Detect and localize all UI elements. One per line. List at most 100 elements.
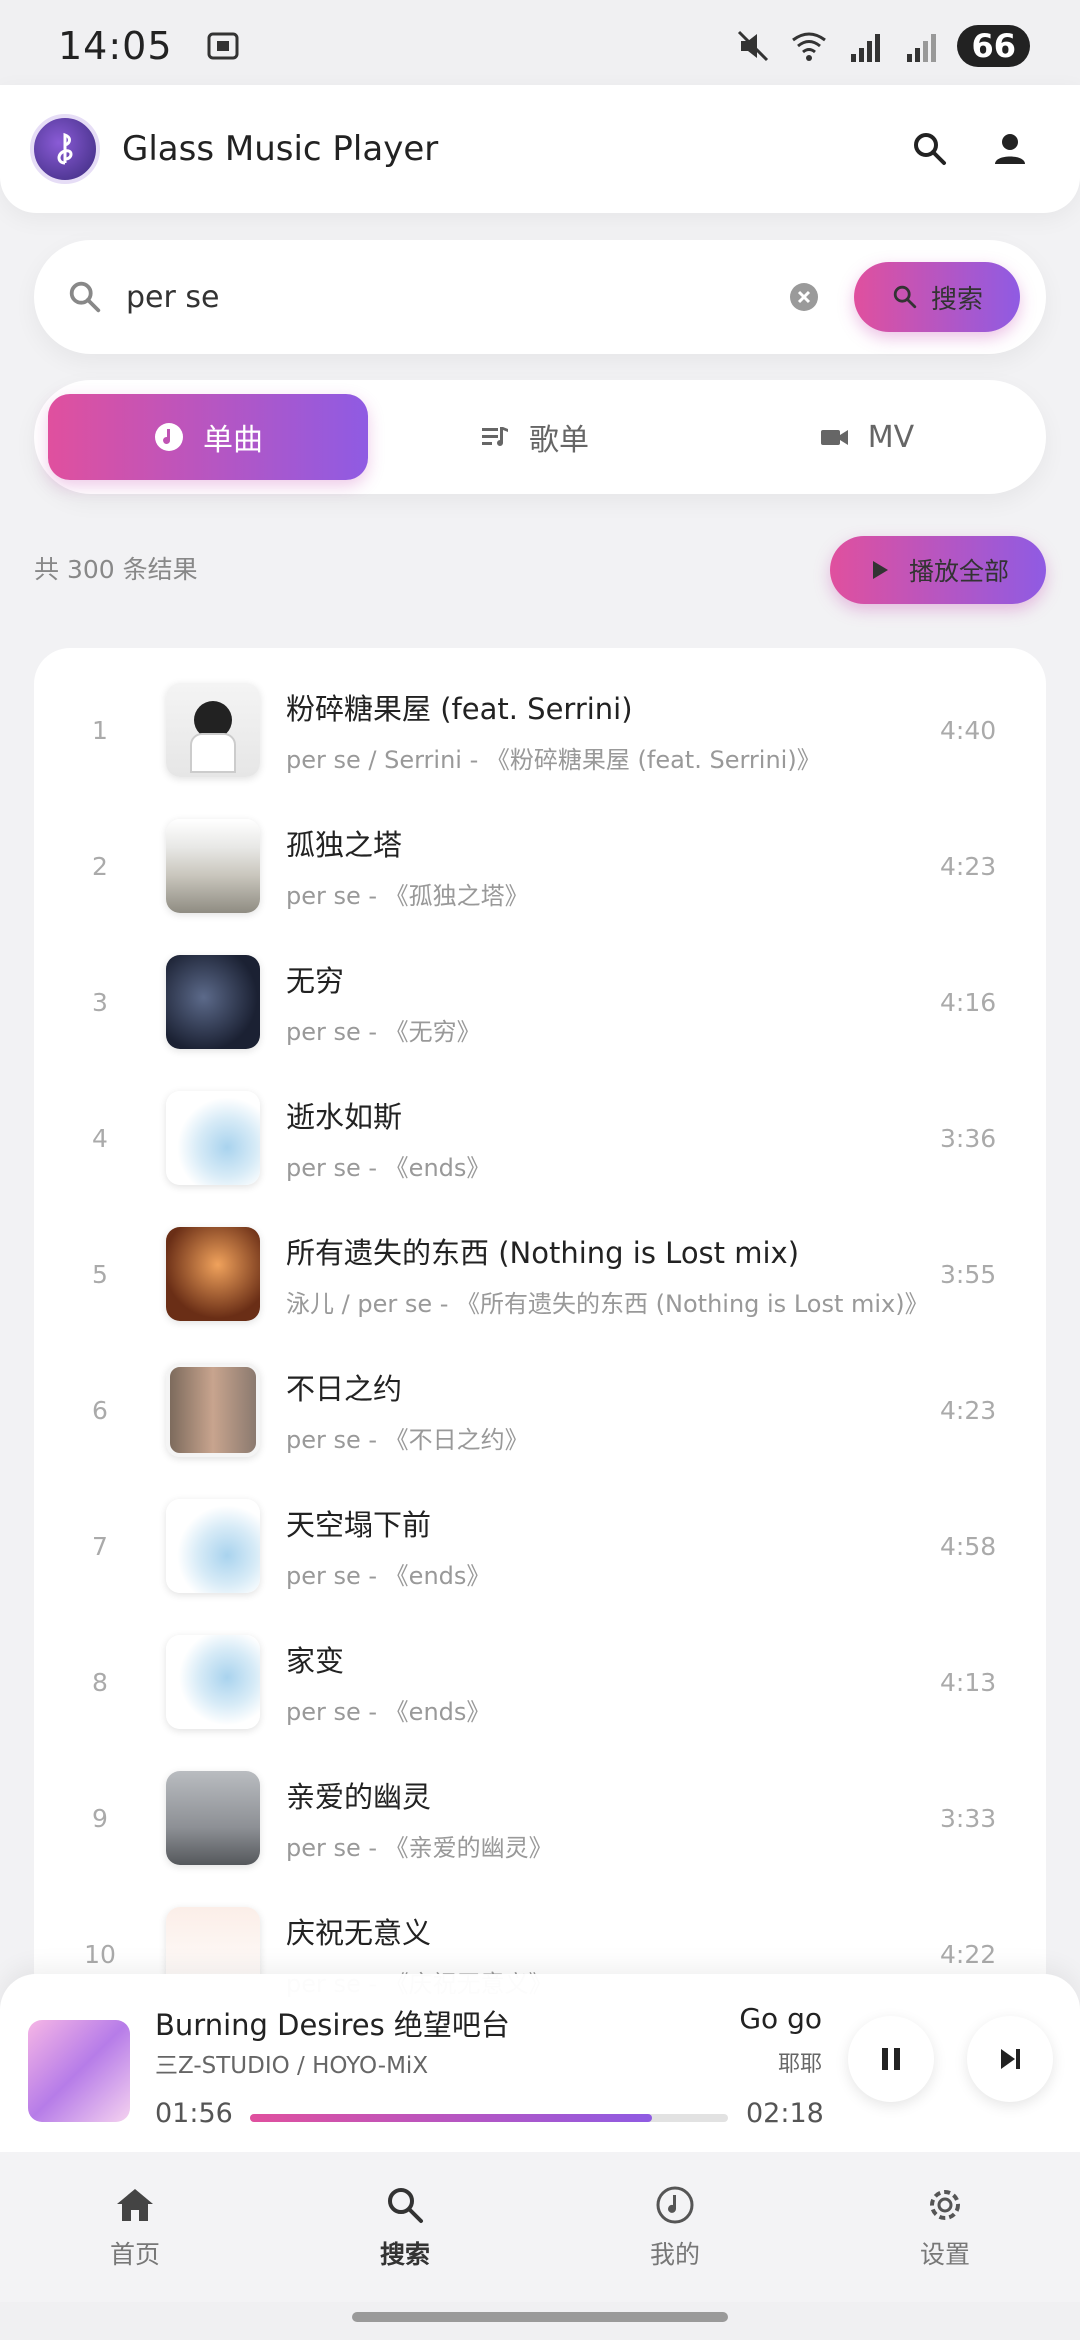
song-duration: 4:23 [940,851,997,881]
song-title: 亲爱的幽灵 [286,1779,432,1814]
now-playing-artist: 三Z-STUDIO / HOYO-MiX [155,2053,429,2079]
song-row[interactable]: 8 家变 per se - 《ends》 4:13 [34,1614,1046,1750]
song-duration: 4:22 [940,1939,997,1969]
song-title: 所有遗失的东西 (Nothing is Lost mix) [286,1235,800,1270]
search-icon [893,285,917,309]
song-artist-album: per se - 《孤独之塔》 [286,881,529,910]
video-camera-icon [820,430,848,445]
clear-icon [790,283,818,311]
music-disc-icon [656,2186,694,2224]
song-duration: 4:23 [940,1395,997,1425]
song-row[interactable]: 9 亲爱的幽灵 per se - 《亲爱的幽灵》 3:33 [34,1750,1046,1886]
current-time: 01:56 [155,2098,233,2129]
song-duration: 4:58 [940,1531,997,1561]
status-bar: 14:05 66 [0,0,1080,92]
account-button[interactable] [970,109,1050,189]
now-playing-title: Burning Desires 绝望吧台 [155,2008,510,2042]
song-artist-album: per se - 《亲爱的幽灵》 [286,1833,553,1862]
playlist-icon [482,427,508,446]
album-cover [166,1771,260,1865]
album-cover [166,683,260,777]
album-cover [166,1499,260,1593]
now-playing-cover[interactable] [28,2020,130,2122]
result-count: 共 300 条结果 [34,555,198,584]
play-all-label: 播放全部 [908,557,1009,586]
song-title: 庆祝无意义 [286,1915,432,1950]
app-bar: Glass Music Player [0,85,1080,213]
progress-slider[interactable] [250,2114,728,2122]
clear-search-button[interactable] [782,275,826,319]
signal-5g-icon-2 [907,34,937,62]
pause-button[interactable] [848,2016,934,2102]
song-index: 6 [92,1395,108,1425]
album-cover [166,819,260,913]
search-submit-label: 搜索 [930,284,983,315]
album-cover [166,1635,260,1729]
song-title: 逝水如斯 [286,1099,403,1134]
home-indicator[interactable] [352,2312,728,2322]
pause-icon [882,2048,900,2070]
song-title: 无穷 [286,963,345,998]
search-input[interactable] [126,279,782,315]
song-row[interactable]: 6 不日之约 per se - 《不日之约》 4:23 [34,1342,1046,1478]
song-row[interactable]: 1 粉碎糖果屋 (feat. Serrini) per se / Serrini… [34,662,1046,798]
song-title: 家变 [286,1643,345,1678]
lyric-line: Go go [739,2002,822,2035]
album-cover [166,1091,260,1185]
tab-playlists-label: 歌单 [529,423,589,458]
gear-icon [930,2190,960,2220]
song-index: 3 [92,987,108,1017]
app-title: Glass Music Player [122,129,439,169]
song-row[interactable]: 3 无穷 per se - 《无穷》 4:16 [34,934,1046,1070]
album-cover [166,1363,260,1457]
nav-settings-label: 设置 [919,2240,970,2269]
next-track-button[interactable] [967,2016,1053,2102]
play-all-button[interactable]: 播放全部 [830,536,1046,604]
now-playing-bar[interactable]: Burning Desires 绝望吧台 三Z-STUDIO / HOYO-Mi… [0,1974,1080,2152]
skip-next-icon [1001,2049,1020,2069]
result-type-tabs: 单曲 歌单 MV [34,380,1046,494]
song-index: 5 [92,1259,108,1289]
song-artist-album: per se / Serrini - 《粉碎糖果屋 (feat. Serrini… [286,745,821,774]
song-duration: 3:55 [940,1259,997,1289]
song-row[interactable]: 7 天空塌下前 per se - 《ends》 4:58 [34,1478,1046,1614]
song-artist-album: per se - 《不日之约》 [286,1425,529,1454]
song-duration: 3:36 [940,1123,997,1153]
song-row[interactable]: 2 孤独之塔 per se - 《孤独之塔》 4:23 [34,798,1046,934]
music-note-icon [155,423,183,451]
song-duration: 4:13 [940,1667,997,1697]
nav-mine[interactable]: 我的 [540,2152,810,2302]
song-title: 孤独之塔 [286,827,403,862]
nav-home[interactable]: 首页 [0,2152,270,2302]
tab-songs[interactable]: 单曲 [48,394,368,480]
nav-mine-label: 我的 [649,2240,700,2269]
app-logo [30,114,100,184]
song-index: 2 [92,851,108,881]
wifi-icon [792,32,827,61]
song-duration: 4:16 [940,987,997,1017]
nav-search-label: 搜索 [379,2240,430,2269]
tab-mv[interactable]: MV [700,394,1032,480]
total-time: 02:18 [746,2098,824,2129]
battery-indicator: 66 [957,25,1030,67]
album-cover [166,955,260,1049]
song-title: 天空塌下前 [286,1507,432,1542]
search-icon [914,133,946,165]
song-index: 8 [92,1667,108,1697]
nav-search[interactable]: 搜索 [270,2152,540,2302]
song-artist-album: 泳儿 / per se - 《所有遗失的东西 (Nothing is Lost … [286,1289,929,1318]
search-submit-button[interactable]: 搜索 [854,262,1020,332]
song-artist-album: per se - 《无穷》 [286,1017,481,1046]
bottom-navigation: 首页 搜索 我的 设置 [0,2152,1080,2302]
lyric-translation: 耶耶 [777,2052,822,2077]
song-row[interactable]: 5 所有遗失的东西 (Nothing is Lost mix) 泳儿 / per… [34,1206,1046,1342]
tab-playlists[interactable]: 歌单 [368,394,700,480]
song-row[interactable]: 4 逝水如斯 per se - 《ends》 3:36 [34,1070,1046,1206]
search-field-icon [69,281,101,313]
song-index: 10 [84,1939,116,1969]
nav-settings[interactable]: 设置 [810,2152,1080,2302]
signal-5g-icon [851,34,881,62]
search-bar: 搜索 [34,240,1046,354]
nav-home-label: 首页 [109,2240,160,2269]
search-button[interactable] [890,109,970,189]
